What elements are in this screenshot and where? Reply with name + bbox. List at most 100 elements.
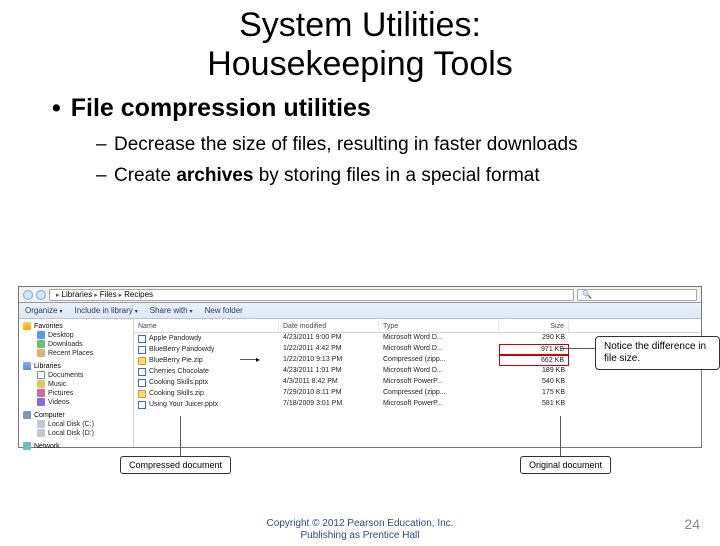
sidebar-item-videos[interactable]: Videos bbox=[23, 398, 129, 406]
leader-line bbox=[560, 348, 595, 349]
slide-title: System Utilities: Housekeeping Tools bbox=[0, 6, 720, 84]
sidebar-item-computer[interactable]: Computer bbox=[23, 411, 129, 419]
sidebar-item-music[interactable]: Music bbox=[23, 380, 129, 388]
sidebar-label: Desktop bbox=[48, 332, 74, 339]
chevron-right-icon: ▸ bbox=[94, 291, 98, 299]
copyright: Copyright © 2012 Pearson Education, Inc.… bbox=[0, 518, 720, 542]
sub-bullet-2: – Create archives by storing files in a … bbox=[96, 164, 680, 189]
crumb-2[interactable]: Files bbox=[100, 290, 117, 299]
file-name: Cooking Skills.zip bbox=[149, 390, 204, 397]
sub2-strong: archives bbox=[176, 165, 253, 186]
sidebar-label: Downloads bbox=[48, 341, 83, 348]
sidebar-item-downloads[interactable]: Downloads bbox=[23, 340, 129, 348]
sidebar-label: Network bbox=[34, 443, 60, 450]
sidebar-item-network[interactable]: Network bbox=[23, 442, 129, 450]
file-icon bbox=[138, 368, 146, 376]
label-original: Original document bbox=[520, 456, 611, 474]
bullet-list: • File compression utilities – Decrease t… bbox=[0, 84, 720, 188]
sidebar-item-drive-c[interactable]: Local Disk (C:) bbox=[23, 420, 129, 428]
sidebar-label: Favorites bbox=[34, 323, 63, 330]
file-date: 1/22/2010 9:13 PM bbox=[279, 355, 379, 366]
file-type: Microsoft Word D... bbox=[379, 344, 499, 355]
file-name: Using Your Juicer.pptx bbox=[149, 401, 218, 408]
file-type: Compressed (zipp... bbox=[379, 388, 499, 399]
bullet-dot: • bbox=[52, 94, 61, 122]
sidebar-item-drive-d[interactable]: Local Disk (D:) bbox=[23, 429, 129, 437]
bullet-main: • File compression utilities bbox=[52, 94, 680, 123]
sidebar-item-recent[interactable]: Recent Places bbox=[23, 349, 129, 357]
file-size: 540 KB bbox=[499, 377, 569, 388]
sub2-post: by storing files in a special format bbox=[253, 165, 539, 186]
sidebar-item-favorites[interactable]: Favorites bbox=[23, 322, 129, 330]
col-date[interactable]: Date modified bbox=[279, 321, 379, 332]
dash-icon: – bbox=[96, 133, 114, 158]
library-icon bbox=[23, 362, 31, 370]
file-icon bbox=[138, 346, 146, 354]
label-compressed: Compressed document bbox=[120, 456, 231, 474]
col-name[interactable]: Name bbox=[134, 321, 279, 332]
file-date: 7/29/2010 8:11 PM bbox=[279, 388, 379, 399]
file-name: Cooking Skills.pptx bbox=[149, 379, 208, 386]
nav-back-icon[interactable] bbox=[23, 290, 33, 300]
network-icon bbox=[23, 442, 31, 450]
label-original-text: Original document bbox=[529, 460, 602, 470]
callout-filesize-text: Notice the difference in file size. bbox=[604, 341, 706, 364]
table-row[interactable]: Using Your Juicer.pptx7/18/2009 3:01 PMM… bbox=[134, 399, 701, 410]
file-type: Microsoft PowerP... bbox=[379, 377, 499, 388]
search-input[interactable]: 🔍 bbox=[577, 289, 697, 301]
download-icon bbox=[37, 340, 45, 348]
col-size[interactable]: Size bbox=[499, 321, 569, 332]
share-menu[interactable]: Share with bbox=[150, 306, 193, 315]
file-type: Microsoft Word D... bbox=[379, 366, 499, 377]
copyright-line-2: Publishing as Prentice Hall bbox=[301, 530, 420, 541]
sidebar-item-documents[interactable]: Documents bbox=[23, 371, 129, 379]
file-icon bbox=[138, 379, 146, 387]
drive-icon bbox=[37, 420, 45, 428]
file-date: 4/3/2011 8:42 PM bbox=[279, 377, 379, 388]
sidebar-label: Computer bbox=[34, 412, 65, 419]
sidebar-item-pictures[interactable]: Pictures bbox=[23, 389, 129, 397]
title-line-2: Housekeeping Tools bbox=[207, 45, 513, 83]
crumb-3[interactable]: Recipes bbox=[124, 290, 153, 299]
nav-forward-icon[interactable] bbox=[36, 290, 46, 300]
videos-icon bbox=[37, 398, 45, 406]
star-icon bbox=[23, 322, 31, 330]
file-name: BlueBerry Pie.zip bbox=[149, 357, 203, 364]
sub-bullet-1-text: Decrease the size of files, resulting in… bbox=[114, 133, 578, 158]
file-type: Compressed (zipp... bbox=[379, 355, 499, 366]
col-type[interactable]: Type bbox=[379, 321, 499, 332]
file-icon bbox=[138, 335, 146, 343]
recent-icon bbox=[37, 349, 45, 357]
breadcrumb[interactable]: ▸ Libraries ▸ Files ▸ Recipes bbox=[49, 289, 574, 301]
sidebar-item-libraries[interactable]: Libraries bbox=[23, 362, 129, 370]
file-type: Microsoft Word D... bbox=[379, 333, 499, 344]
leader-line bbox=[180, 416, 181, 456]
chevron-right-icon: ▸ bbox=[119, 291, 123, 299]
slide-number: 24 bbox=[684, 516, 700, 532]
dash-icon: – bbox=[96, 164, 114, 189]
sidebar-label: Local Disk (D:) bbox=[48, 430, 94, 437]
music-icon bbox=[37, 380, 45, 388]
include-menu[interactable]: Include in library bbox=[74, 306, 137, 315]
file-size: 662 KB bbox=[499, 355, 569, 366]
sidebar-label: Music bbox=[48, 381, 66, 388]
sidebar-label: Recent Places bbox=[48, 350, 93, 357]
file-size: 189 KB bbox=[499, 366, 569, 377]
sidebar-label: Videos bbox=[48, 399, 69, 406]
crumb-1[interactable]: Libraries bbox=[62, 290, 93, 299]
table-row[interactable]: Cooking Skills.pptx 4/3/2011 8:42 PMMicro… bbox=[134, 377, 701, 388]
arrow-icon: ▸ bbox=[256, 355, 260, 364]
organize-menu[interactable]: Organize bbox=[25, 306, 62, 315]
sidebar-label: Documents bbox=[48, 372, 83, 379]
new-folder-button[interactable]: New folder bbox=[205, 306, 243, 315]
sidebar-label: Local Disk (C:) bbox=[48, 421, 94, 428]
file-name: Cherries Chocolate bbox=[149, 368, 209, 375]
file-icon bbox=[138, 401, 146, 409]
sidebar-label: Pictures bbox=[48, 390, 73, 397]
explorer-address-bar: ▸ Libraries ▸ Files ▸ Recipes 🔍 bbox=[19, 287, 701, 303]
file-size: 290 KB bbox=[499, 333, 569, 344]
title-line-1: System Utilities: bbox=[239, 6, 481, 44]
sidebar-item-desktop[interactable]: Desktop bbox=[23, 331, 129, 339]
bullet-main-text: File compression utilities bbox=[71, 94, 371, 122]
table-row[interactable]: Cooking Skills.zip 7/29/2010 8:11 PMCompr… bbox=[134, 388, 701, 399]
